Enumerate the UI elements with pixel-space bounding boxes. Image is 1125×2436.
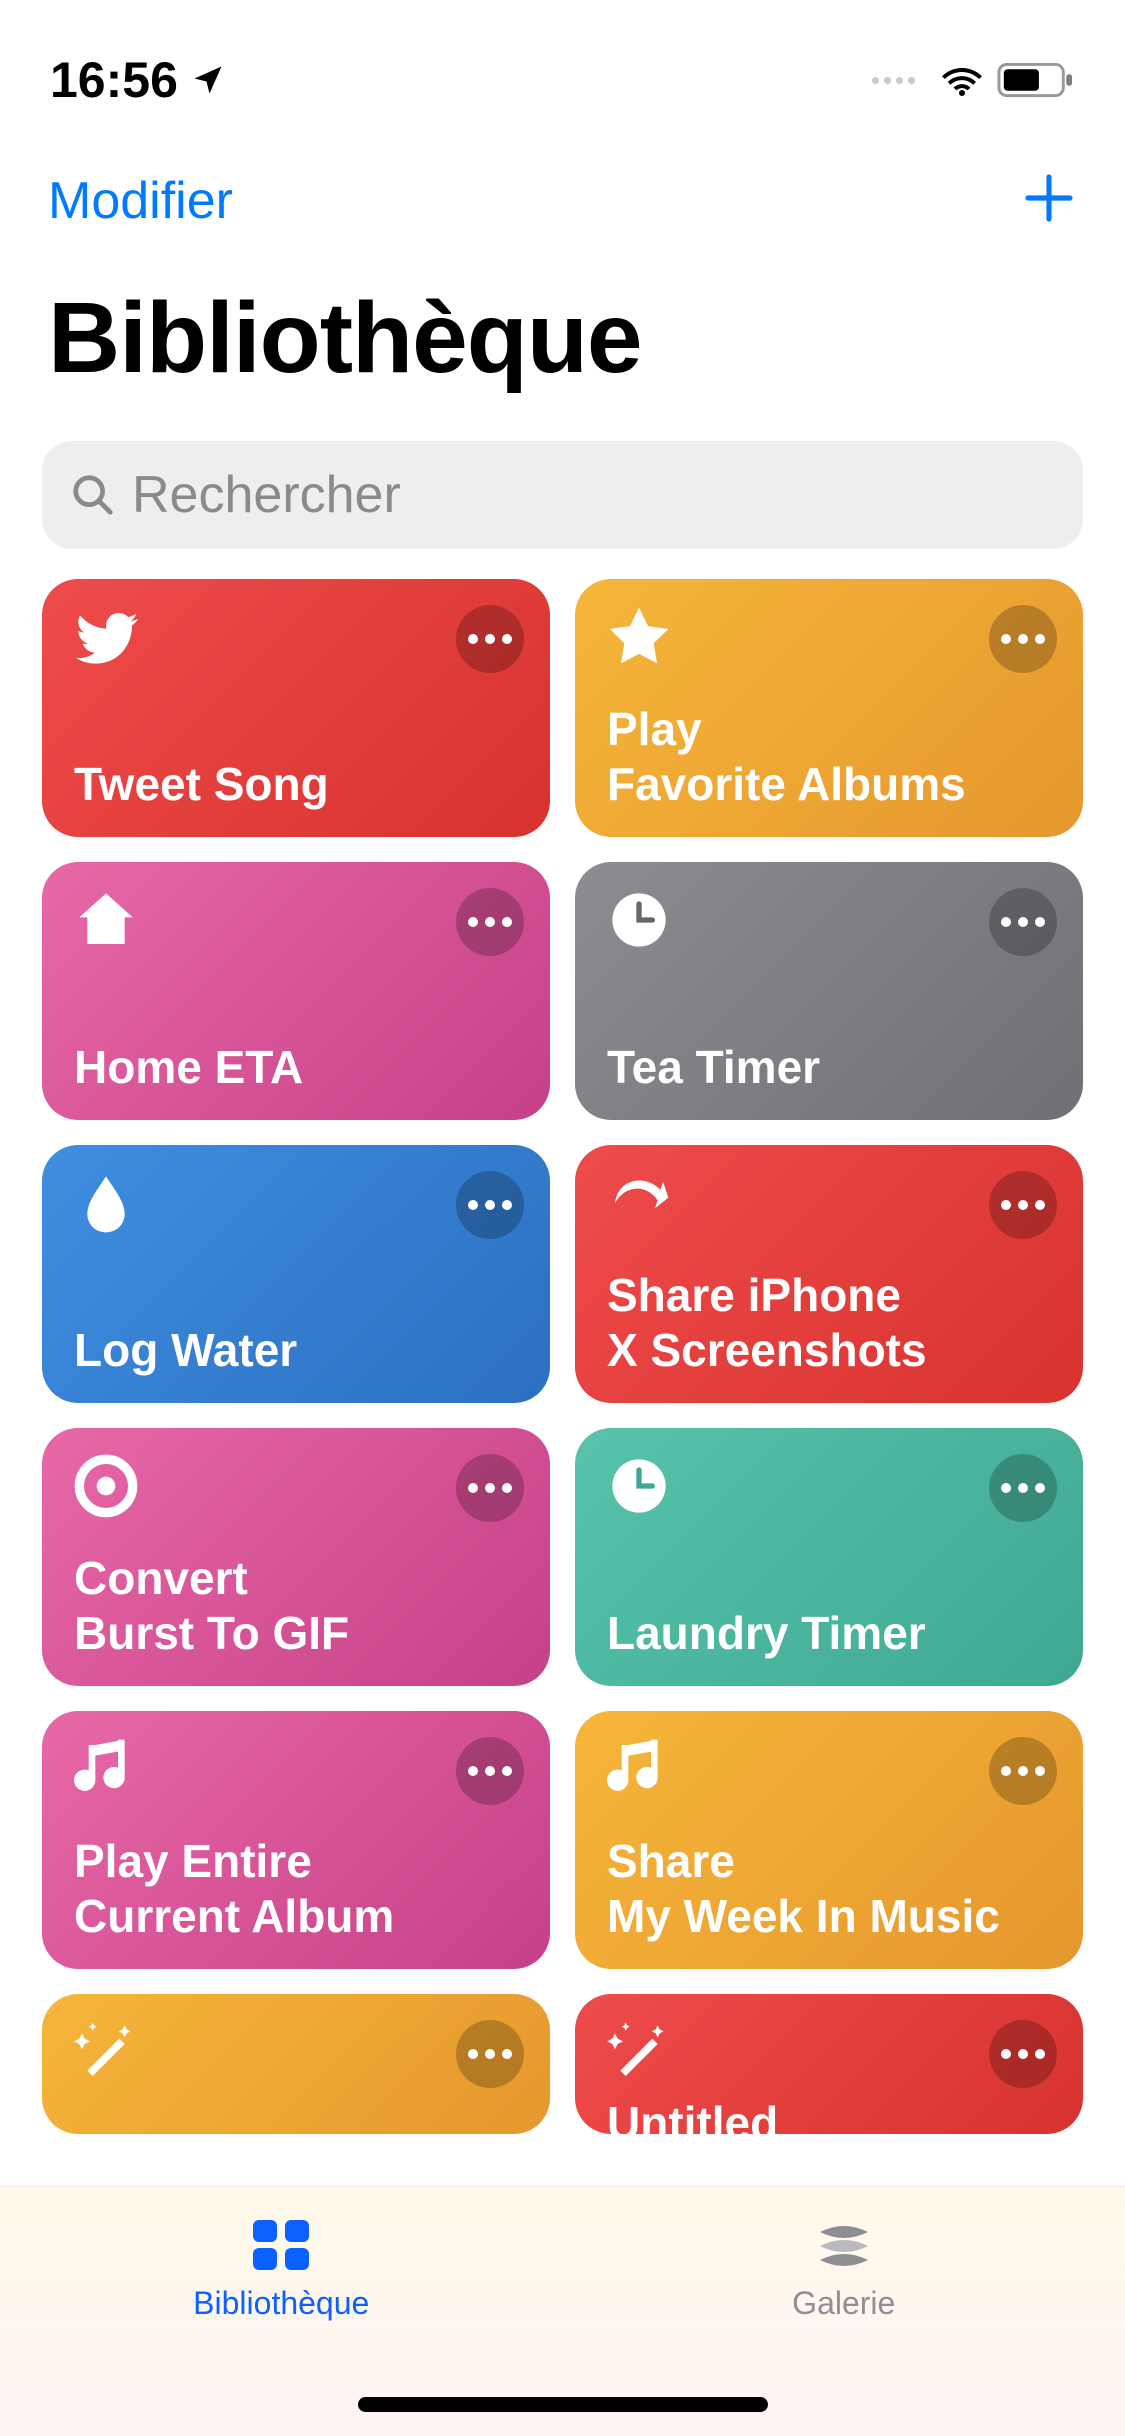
share-icon	[607, 1171, 671, 1235]
shortcut-card[interactable]: Tea Timer	[575, 862, 1083, 1120]
more-button[interactable]	[989, 1171, 1057, 1239]
location-icon	[190, 62, 226, 98]
home-icon	[74, 888, 138, 952]
gallery-tab-icon	[812, 2215, 876, 2273]
tab-gallery-label: Galerie	[792, 2285, 895, 2322]
more-button[interactable]	[456, 888, 524, 956]
wand-icon	[607, 2020, 671, 2084]
page-title: Bibliothèque	[0, 231, 1125, 421]
more-button[interactable]	[456, 1171, 524, 1239]
shortcut-card[interactable]: Laundry Timer	[575, 1428, 1083, 1686]
more-button[interactable]	[989, 2020, 1057, 2088]
clock-icon	[607, 888, 671, 952]
drop-icon	[74, 1171, 138, 1235]
star-icon	[607, 605, 671, 669]
edit-button[interactable]: Modifier	[48, 171, 233, 231]
status-right	[872, 60, 1075, 100]
search-container: Rechercher	[42, 441, 1083, 549]
shortcut-title: Tweet Song	[74, 757, 518, 811]
wand-icon	[74, 2020, 138, 2084]
tab-bar: Bibliothèque Galerie	[0, 2186, 1125, 2436]
shortcut-card[interactable]: Tweet Song	[42, 579, 550, 837]
shortcut-card[interactable]: Convert Burst To GIF	[42, 1428, 550, 1686]
shortcut-card[interactable]: Log Water	[42, 1145, 550, 1403]
shortcut-title: Home ETA	[74, 1040, 518, 1094]
music-icon	[607, 1737, 671, 1801]
tab-library-label: Bibliothèque	[193, 2285, 369, 2322]
more-button[interactable]	[456, 1737, 524, 1805]
more-button[interactable]	[989, 605, 1057, 673]
add-button[interactable]	[1021, 170, 1077, 231]
shortcuts-grid: Tweet Song Play Favorite Albums Home ETA Te…	[0, 579, 1125, 2134]
music-icon	[74, 1737, 138, 1801]
shortcut-title: Convert Burst To GIF	[74, 1551, 518, 1660]
status-bar: 16:56	[0, 0, 1125, 130]
shortcut-card[interactable]: Untitled	[575, 1994, 1083, 2134]
library-tab-icon	[249, 2215, 313, 2273]
cellular-dots-icon	[872, 77, 915, 84]
more-button[interactable]	[456, 1454, 524, 1522]
nav-bar: Modifier	[0, 130, 1125, 231]
clock-icon	[607, 1454, 671, 1518]
twitter-icon	[74, 605, 138, 669]
target-icon	[74, 1454, 138, 1518]
shortcut-title: Share iPhone X Screenshots	[607, 1268, 1051, 1377]
more-button[interactable]	[989, 1454, 1057, 1522]
shortcut-card[interactable]: Play Favorite Albums	[575, 579, 1083, 837]
more-button[interactable]	[456, 605, 524, 673]
shortcut-title: Play Favorite Albums	[607, 702, 1051, 811]
wifi-icon	[937, 60, 987, 100]
shortcut-title: Tea Timer	[607, 1040, 1051, 1094]
shortcut-title: Share My Week In Music	[607, 1834, 1051, 1943]
shortcut-title: Play Entire Current Album	[74, 1834, 518, 1943]
battery-icon	[997, 60, 1075, 100]
shortcut-card[interactable]: Share My Week In Music	[575, 1711, 1083, 1969]
time-text: 16:56	[50, 51, 178, 109]
shortcut-card[interactable]: Play Entire Current Album	[42, 1711, 550, 1969]
search-icon	[70, 472, 116, 518]
more-button[interactable]	[989, 1737, 1057, 1805]
shortcut-title: Laundry Timer	[607, 1606, 1051, 1660]
more-button[interactable]	[989, 888, 1057, 956]
home-indicator[interactable]	[358, 2397, 768, 2412]
search-input[interactable]: Rechercher	[42, 441, 1083, 549]
shortcut-card[interactable]: Home ETA	[42, 862, 550, 1120]
shortcut-title: Log Water	[74, 1323, 518, 1377]
status-time: 16:56	[50, 51, 226, 109]
more-button[interactable]	[456, 2020, 524, 2088]
search-placeholder: Rechercher	[132, 465, 401, 525]
shortcut-card[interactable]	[42, 1994, 550, 2134]
plus-icon	[1021, 170, 1077, 226]
shortcut-card[interactable]: Share iPhone X Screenshots	[575, 1145, 1083, 1403]
shortcut-title: Untitled	[607, 2096, 778, 2134]
